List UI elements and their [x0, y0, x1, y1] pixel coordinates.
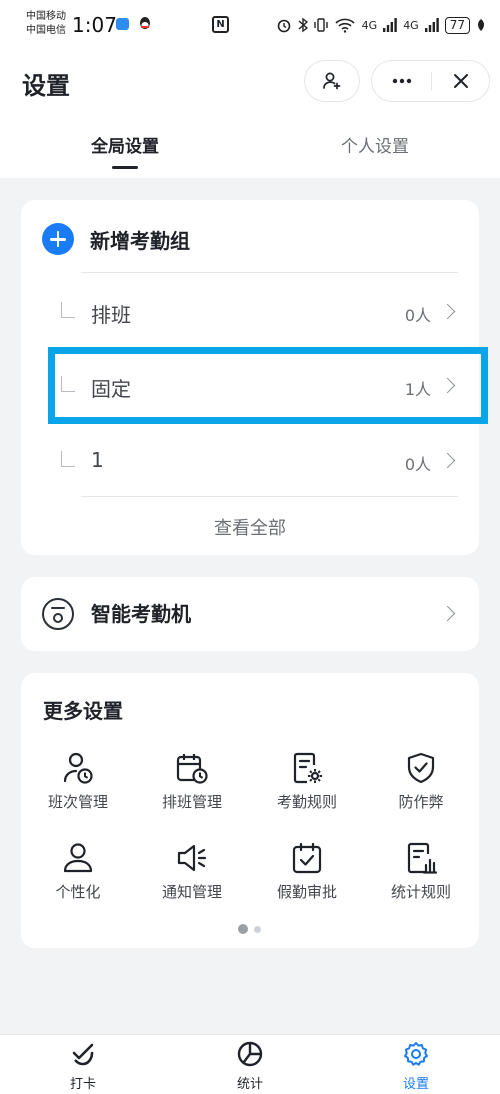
active-tab-indicator	[112, 166, 138, 169]
shield-icon	[407, 752, 435, 784]
grid-item-label: 统计规则	[390, 883, 451, 901]
nav-label: 打卡	[69, 1077, 96, 1092]
stats-icon	[407, 842, 438, 874]
more-dots-icon	[392, 78, 411, 84]
nfc-icon: N	[212, 16, 229, 33]
selection-highlight	[48, 347, 488, 424]
shift-icon	[63, 752, 93, 784]
nav-label: 统计	[236, 1077, 263, 1092]
close-button[interactable]	[432, 61, 490, 101]
app-notification-icon	[116, 18, 129, 30]
schedule-management-item[interactable]: 排班管理	[135, 751, 249, 831]
grid-item-label: 防作弊	[398, 793, 444, 811]
leave-approval-item[interactable]: 假勤审批	[250, 841, 364, 921]
alarm-icon	[277, 19, 290, 33]
bottom-navigation: 打卡 统计 设置	[0, 1034, 500, 1094]
page-dot-active[interactable]	[238, 924, 248, 934]
nav-label: 设置	[402, 1077, 429, 1092]
more-button[interactable]	[372, 61, 431, 101]
grid-item-label: 个性化	[55, 883, 101, 901]
bluetooth-icon	[298, 17, 308, 33]
nav-item-statistics[interactable]: 统计	[205, 1041, 295, 1092]
signal-icon	[424, 18, 439, 32]
smart-attendance-machine-row[interactable]: 智能考勤机	[21, 577, 479, 651]
network-type-1: 4G	[361, 18, 378, 32]
group-name: 1	[91, 448, 104, 472]
view-all-link[interactable]: 查看全部	[21, 514, 479, 540]
gear-icon	[404, 1042, 428, 1066]
vibrate-icon	[313, 18, 328, 32]
more-settings-card: 更多设置 班次管理 排班管理 考勤规则 防作弊 个性化 通知管理 假勤审批 统计…	[21, 673, 479, 948]
chevron-right-icon	[439, 605, 456, 622]
leaf-icon	[478, 19, 484, 31]
group-member-count: 0人	[404, 306, 431, 325]
personalization-item[interactable]: 个性化	[21, 841, 135, 921]
group-row[interactable]: 排班 0人	[21, 282, 479, 342]
status-bar: 中国移动 中国电信 1:07 N 4G 4G 77	[0, 0, 500, 52]
anti-cheat-item[interactable]: 防作弊	[364, 751, 478, 831]
group-member-count: 0人	[404, 455, 431, 474]
page-indicator	[238, 924, 261, 934]
divider	[81, 496, 458, 497]
wifi-icon	[335, 18, 355, 33]
close-icon	[454, 74, 468, 88]
group-name: 排班	[91, 303, 131, 327]
settings-tabs: 全局设置 个人设置	[0, 132, 500, 178]
smart-attendance-machine-label: 智能考勤机	[91, 602, 191, 626]
qq-notification-icon	[140, 17, 150, 29]
status-time: 1:07	[72, 13, 117, 37]
schedule-icon	[176, 754, 208, 784]
tab-global-settings[interactable]: 全局设置	[0, 132, 250, 157]
chevron-right-icon	[439, 303, 456, 320]
group-row[interactable]: 1 0人	[21, 431, 479, 491]
divider	[81, 272, 458, 273]
add-person-icon	[323, 72, 341, 90]
tab-personal-settings[interactable]: 个人设置	[250, 132, 500, 157]
speaker-icon	[177, 844, 207, 872]
plus-icon	[42, 223, 74, 255]
add-attendance-group-label: 新增考勤组	[90, 228, 190, 253]
notification-management-item[interactable]: 通知管理	[135, 841, 249, 921]
more-settings-title: 更多设置	[43, 699, 123, 723]
grid-item-label: 假勤审批	[276, 883, 337, 901]
nav-item-settings[interactable]: 设置	[371, 1041, 461, 1092]
page-title: 设置	[22, 72, 70, 100]
grid-item-label: 班次管理	[47, 793, 108, 811]
approval-icon	[292, 842, 322, 874]
carrier-1: 中国移动	[26, 11, 66, 22]
shift-management-item[interactable]: 班次管理	[21, 751, 135, 831]
check-icon	[72, 1043, 94, 1066]
grid-item-label: 排班管理	[161, 793, 222, 811]
statistics-rules-item[interactable]: 统计规则	[364, 841, 478, 921]
capsule-menu	[371, 60, 490, 102]
tree-branch-icon	[61, 302, 75, 318]
header: 设置 全局设置 个人设置	[0, 52, 500, 178]
person-icon	[63, 843, 93, 873]
pie-chart-icon	[237, 1041, 263, 1067]
grid-item-label: 考勤规则	[276, 793, 337, 811]
grid-item-label: 通知管理	[161, 883, 222, 901]
nav-item-clock-in[interactable]: 打卡	[38, 1041, 128, 1092]
add-attendance-group-button[interactable]: 新增考勤组	[42, 222, 190, 256]
chevron-right-icon	[439, 452, 456, 469]
carrier-info: 中国移动 中国电信	[26, 10, 66, 38]
battery-icon: 77	[444, 16, 470, 34]
network-type-2: 4G	[403, 18, 419, 32]
add-admin-button[interactable]	[304, 60, 360, 102]
tree-branch-icon	[61, 451, 75, 467]
carrier-2: 中国电信	[26, 25, 66, 36]
rules-icon	[293, 752, 322, 784]
attendance-machine-icon	[42, 598, 74, 630]
status-icons: 4G 4G 77	[276, 14, 486, 36]
attendance-rules-item[interactable]: 考勤规则	[250, 751, 364, 831]
page-dot[interactable]	[254, 925, 261, 933]
signal-icon	[383, 18, 397, 32]
